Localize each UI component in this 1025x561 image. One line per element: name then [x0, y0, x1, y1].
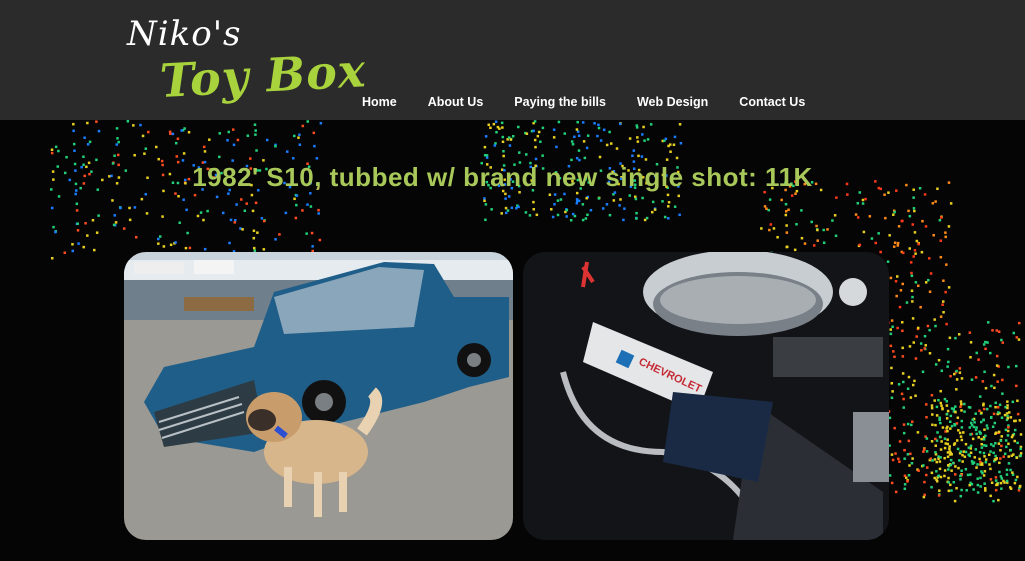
main-nav: Home About Us Paying the bills Web Desig…	[352, 95, 826, 109]
logo-text-bottom[interactable]: Toy Box	[159, 43, 368, 108]
engine-image: CHEVROLET	[523, 252, 889, 540]
site-header: Niko's Toy Box Home About Us Paying the …	[0, 0, 1025, 120]
nav-paying-the-bills[interactable]: Paying the bills	[504, 95, 616, 109]
nav-about-us[interactable]: About Us	[418, 95, 494, 109]
nav-home[interactable]: Home	[352, 95, 407, 109]
nav-web-design[interactable]: Web Design	[627, 95, 718, 109]
truck-photo[interactable]	[124, 252, 513, 540]
nav-contact-us[interactable]: Contact Us	[729, 95, 815, 109]
logo-text-top[interactable]: Niko's	[127, 14, 242, 54]
truck-image	[124, 252, 513, 540]
page-headline: 1982' S10, tubbed w/ brand new single sh…	[192, 162, 813, 192]
engine-photo[interactable]: CHEVROLET	[523, 252, 889, 540]
